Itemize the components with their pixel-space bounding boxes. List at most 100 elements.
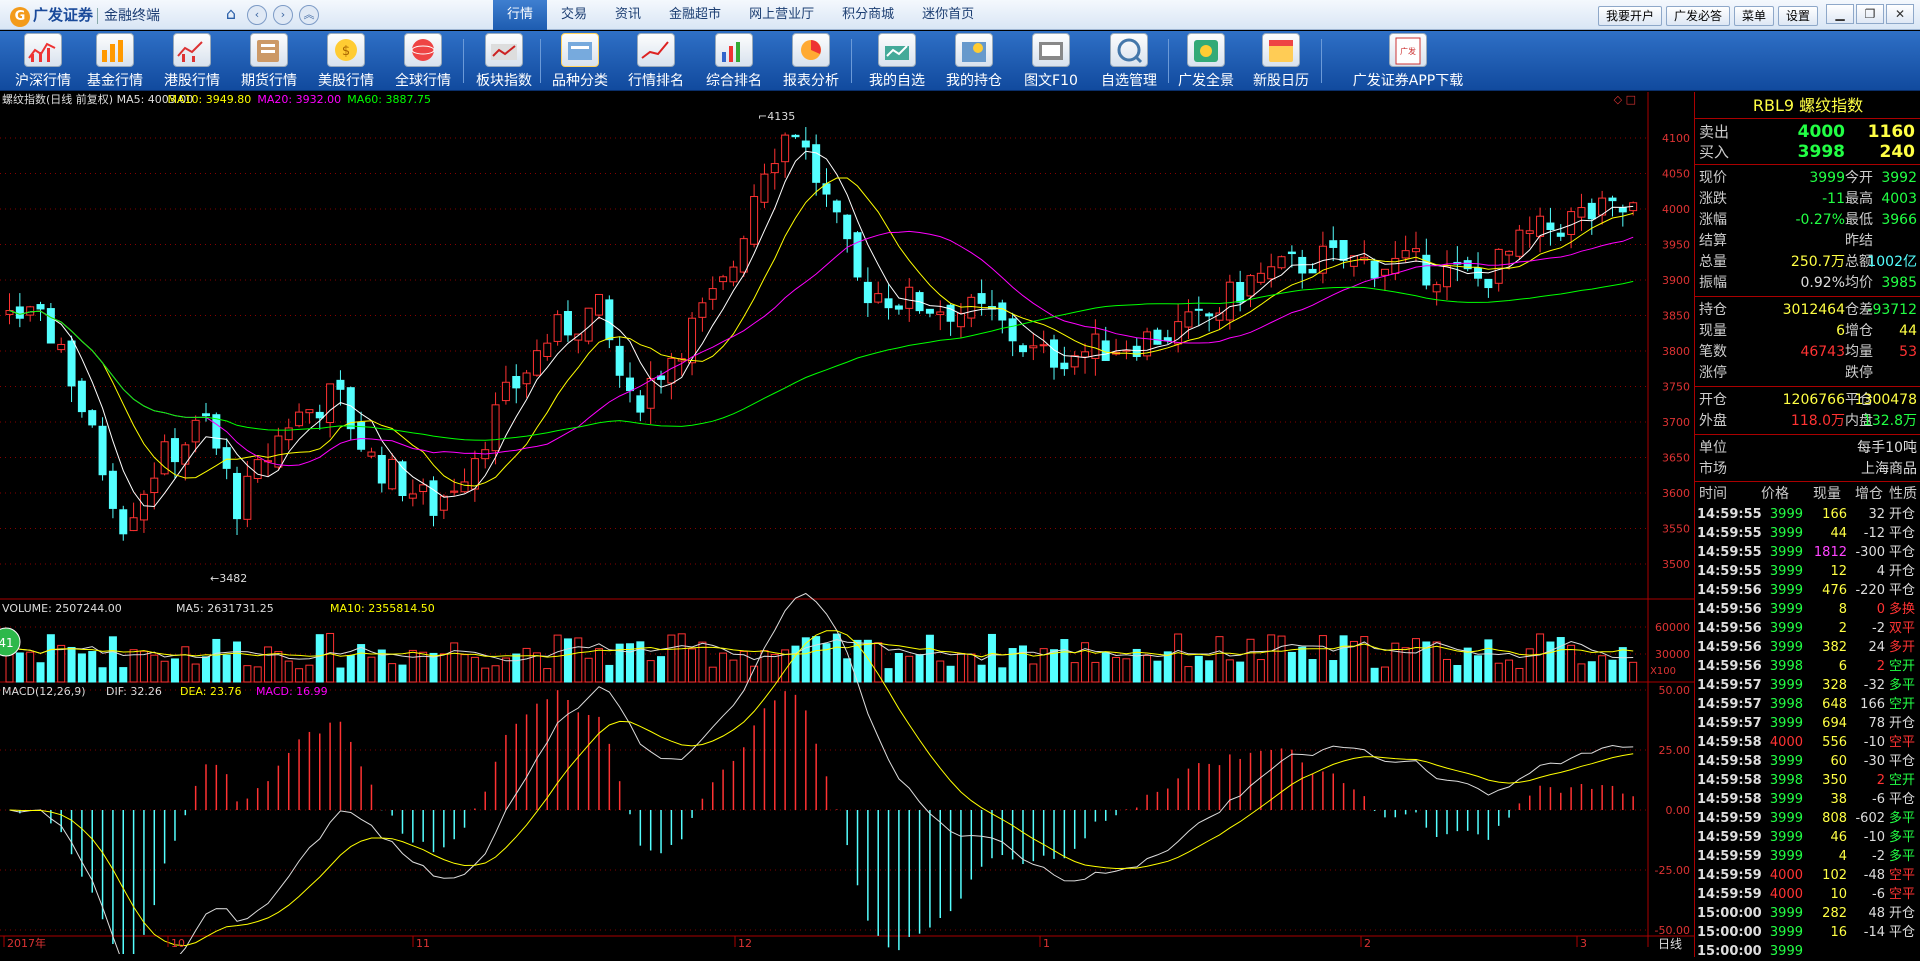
candle-body (1194, 308, 1203, 311)
toolbar-icon (173, 33, 211, 67)
forward-icon[interactable]: › (273, 5, 293, 25)
top-menu-item[interactable]: 行情 (493, 0, 548, 30)
tick-volume: 8 (1838, 602, 1847, 617)
toolbar-button[interactable]: 港股行情 (155, 33, 229, 89)
top-menu-item[interactable]: 网上营业厅 (735, 0, 828, 30)
candle-body (719, 276, 728, 283)
restore-icon[interactable]: ❐ (1856, 4, 1884, 24)
toolbar-button[interactable]: 综合排名 (697, 33, 771, 89)
candle-body (77, 380, 86, 413)
toolbar-button[interactable]: 我的自选 (860, 33, 934, 89)
tick-volume: 1812 (1813, 545, 1847, 560)
toolbar-button[interactable]: $ 美股行情 (309, 33, 383, 89)
tick-change: 2 (1876, 659, 1885, 674)
home-icon[interactable]: ⌂ (221, 5, 241, 25)
volume-bar (26, 651, 35, 683)
tick-time: 14:59:55 (1697, 564, 1762, 579)
candle-body (998, 302, 1007, 321)
volume-bar (998, 667, 1007, 683)
minimize-icon[interactable]: ▁ (1826, 4, 1854, 24)
candle-body (843, 214, 852, 240)
volume-bar (1411, 638, 1420, 683)
macd-tick-label: -50.00 (1655, 924, 1690, 937)
candle-body (563, 311, 572, 336)
kline-chart[interactable]: 4100 4050 4000 3950 3900 3850 3800 3750 3700 3650… (0, 92, 1694, 954)
volume-bar (46, 634, 55, 683)
toolbar-button[interactable]: 全球行情 (386, 33, 460, 89)
toolbar-button[interactable]: 广发全景 (1172, 33, 1240, 89)
tick-column-header: 增仓 (1855, 486, 1883, 502)
toolbar-button[interactable]: 自选管理 (1092, 33, 1166, 89)
candle-body (36, 304, 45, 310)
collapse-icon[interactable]: ︽ (299, 5, 319, 25)
field-value: -11 (1822, 191, 1845, 207)
tick-volume: 10 (1830, 887, 1847, 902)
macd-tick-label: 0.00 (1666, 804, 1691, 817)
top-right-button[interactable]: 广发必答 (1666, 6, 1731, 26)
close-icon[interactable]: ✕ (1886, 4, 1914, 24)
high-price-marker: ⌐4135 (758, 110, 795, 123)
toolbar-button[interactable]: 报表分析 (774, 33, 848, 89)
field-value: 3985 (1881, 275, 1917, 291)
candle-body (46, 308, 55, 344)
brand-logo-icon: G (10, 7, 30, 27)
toolbar-button[interactable]: 新股日历 (1244, 33, 1318, 89)
toolbar-button[interactable]: 我的持仓 (937, 33, 1011, 89)
top-right-button[interactable]: 菜单 (1734, 6, 1775, 26)
toolbar-button[interactable]: 图文F10 (1014, 33, 1088, 89)
top-right-button[interactable]: 我要开户 (1598, 6, 1663, 26)
volume-bar (139, 650, 148, 683)
top-menu-item[interactable]: 交易 (547, 0, 601, 30)
top-menu-item[interactable]: 资讯 (601, 0, 655, 30)
volume-bar (222, 654, 231, 683)
volume-bar (67, 646, 76, 683)
tick-change: 2 (1876, 773, 1885, 788)
top-menu-item[interactable]: 迷你首页 (908, 0, 988, 30)
toolbar-button[interactable]: 品种分类 (545, 33, 615, 89)
tick-change: -2 (1872, 849, 1885, 864)
field-label: 现量 (1699, 323, 1727, 339)
field-label: 最高 (1845, 191, 1873, 207)
volume-bar (450, 642, 459, 683)
toolbar-label: 我的自选 (869, 73, 925, 89)
volume-bar (657, 656, 666, 683)
top-right-buttons: 我要开户 广发必答 菜单 设置 (1598, 6, 1819, 26)
tick-time: 14:59:56 (1697, 659, 1762, 674)
volume-bar (770, 653, 779, 683)
quote-stat-row: 结算 昨结 (1695, 231, 1920, 251)
tick-row: 14:59:59 3999 46 -10 多平 (1695, 828, 1920, 847)
volume-bar (915, 654, 924, 683)
toolbar-button[interactable]: 基金行情 (78, 33, 152, 89)
toolbar-button[interactable]: 期货行情 (232, 33, 306, 89)
candle-body (1329, 240, 1338, 248)
back-icon[interactable]: ‹ (247, 5, 267, 25)
volume-bar (170, 658, 179, 683)
tick-nature: 平仓 (1889, 754, 1916, 769)
toolbar-button[interactable]: 行情排名 (619, 33, 693, 89)
tick-time: 14:59:57 (1697, 678, 1762, 693)
app-subtitle: 金融终端 (97, 8, 161, 24)
candle-body (460, 481, 469, 493)
tick-price: 4000 (1769, 868, 1803, 883)
toolbar-button[interactable]: 广发 广发证券APP下载 (1323, 33, 1493, 89)
period-label: 日线 (1658, 937, 1682, 951)
tick-nature: 开仓 (1889, 507, 1916, 522)
candle-body (646, 377, 655, 409)
tick-column-header: 时间 (1699, 486, 1727, 502)
volume-bar (1018, 645, 1027, 683)
top-menu-item[interactable]: 积分商城 (828, 0, 908, 30)
top-menu-item[interactable]: 金融超市 (655, 0, 735, 30)
candle-body (532, 350, 541, 376)
toolbar-button[interactable]: 沪深行情 (8, 33, 78, 89)
candle-body (253, 459, 262, 480)
candle-body (853, 232, 862, 278)
candle-body (1008, 318, 1017, 342)
volume-bar (925, 634, 934, 683)
tick-row: 14:59:55 3999 166 32 开仓 (1695, 505, 1920, 524)
candle-body (1236, 281, 1245, 303)
quote-stat-row: 涨跌 -11 最高 4003 (1695, 189, 1920, 209)
top-right-button[interactable]: 设置 (1778, 6, 1819, 26)
toolbar-label: 品种分类 (552, 73, 608, 89)
candle-body (429, 480, 438, 516)
toolbar-button[interactable]: 板块指数 (467, 33, 541, 89)
